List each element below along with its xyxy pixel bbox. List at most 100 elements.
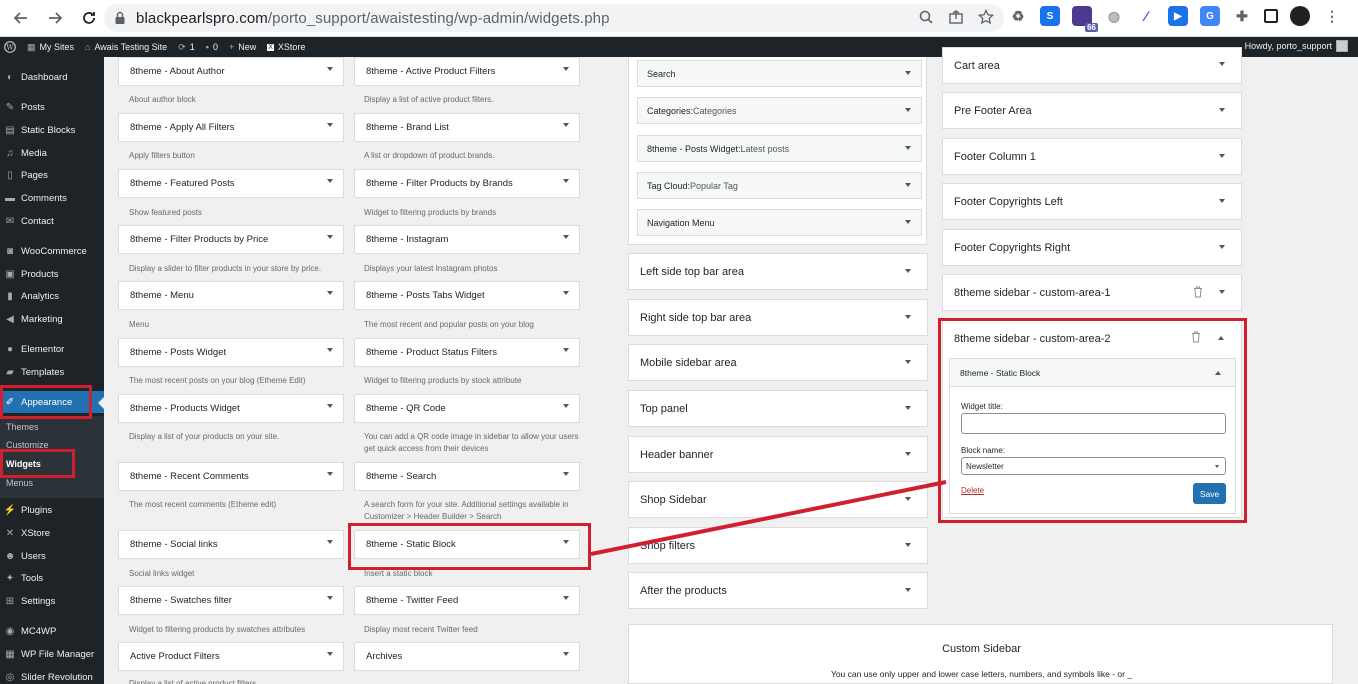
widget-about-author[interactable]: 8theme - About Author	[118, 57, 344, 86]
sidebar-area-top-panel[interactable]: Top panel	[628, 390, 928, 427]
sidebar-item-slider-revolution[interactable]: ◎ Slider Revolution	[0, 666, 104, 684]
widget-description: Menu	[129, 320, 150, 329]
sidebar-item-dashboard[interactable]: ◐ Dashboard	[0, 66, 104, 88]
sidebar-item-products[interactable]: ▣ Products	[0, 263, 104, 285]
globe-extension-icon[interactable]: ◍	[1104, 6, 1124, 26]
sidebar-area-cart[interactable]: Cart area	[942, 47, 1242, 84]
sidebar-item-templates[interactable]: ▰ Templates	[0, 361, 104, 383]
sidebar-area-custom-area-1[interactable]: 8theme sidebar - custom-area-1	[942, 274, 1242, 311]
comments-link[interactable]: ▪ 0	[206, 42, 218, 52]
sidebar-item-settings[interactable]: ⊞ Settings	[0, 590, 104, 612]
sidepanel-icon[interactable]	[1264, 9, 1278, 23]
sidebar-area-pre-footer[interactable]: Pre Footer Area	[942, 92, 1242, 129]
forward-button[interactable]	[42, 5, 68, 31]
sidebar-widget-navigation-menu[interactable]: Navigation Menu	[637, 209, 922, 236]
caret-down-icon	[327, 596, 333, 600]
translate-extension-icon[interactable]: G	[1200, 6, 1220, 26]
sidebar-item-tools[interactable]: ✦ Tools	[0, 567, 104, 589]
trash-icon[interactable]	[1193, 286, 1203, 298]
sidebar-item-plugins[interactable]: ⚡ Plugins	[0, 499, 104, 521]
more-options-icon[interactable]: ⋮	[1322, 6, 1342, 26]
updates-link[interactable]: ⟳ 1	[178, 42, 195, 53]
recycle-extension-icon[interactable]: ♻	[1008, 6, 1028, 26]
address-bar[interactable]: blackpearlspro.com/porto_support/awaiste…	[104, 4, 1004, 32]
xstore-link[interactable]: X XStore	[267, 42, 305, 52]
sidebar-item-pages[interactable]: ▯ Pages	[0, 164, 104, 186]
widget-description: A search form for your site. Additional …	[364, 500, 569, 521]
widget-archives[interactable]: Archives	[354, 642, 580, 671]
widget-menu[interactable]: 8theme - Menu	[118, 281, 344, 310]
my-sites-link[interactable]: ▦ My Sites	[27, 42, 74, 53]
video-extension-icon[interactable]: ▶	[1168, 6, 1188, 26]
widget-product-status-filters[interactable]: 8theme - Product Status Filters	[354, 338, 580, 367]
widget-active-product-filters[interactable]: Active Product Filters	[118, 642, 344, 671]
widget-search[interactable]: 8theme - Search	[354, 462, 580, 491]
grad-extension-icon[interactable]: 66	[1072, 6, 1098, 32]
widget-swatches-filter[interactable]: 8theme - Swatches filter	[118, 586, 344, 615]
wp-logo[interactable]: W	[4, 41, 16, 53]
widget-description: Widget to filtering products by stock at…	[364, 376, 522, 385]
zoom-icon[interactable]	[918, 9, 934, 25]
sidebar-area-after-products[interactable]: After the products	[628, 572, 928, 609]
sidebar-area-mobile[interactable]: Mobile sidebar area	[628, 344, 928, 381]
sidebar-area-shop-filters[interactable]: Shop filters	[628, 527, 928, 564]
site-name-link[interactable]: ⌂ Awais Testing Site	[85, 42, 167, 52]
sidebar-area-footer-copyrights-left[interactable]: Footer Copyrights Left	[942, 183, 1242, 220]
sidebar-item-posts[interactable]: ✎ Posts	[0, 96, 104, 118]
widget-posts-tabs[interactable]: 8theme - Posts Tabs Widget	[354, 281, 580, 310]
back-button[interactable]	[8, 5, 34, 31]
sidebar-item-users[interactable]: ☻ Users	[0, 545, 104, 567]
caret-down-icon	[1219, 245, 1225, 249]
sidebar-item-contact[interactable]: ✉ Contact	[0, 210, 104, 232]
account-menu[interactable]: Howdy, porto_support	[1245, 40, 1348, 52]
sidebar-area-header-banner[interactable]: Header banner	[628, 436, 928, 473]
sidebar-item-elementor[interactable]: ● Elementor	[0, 338, 104, 360]
sidebar-item-wp-file-manager[interactable]: ▦ WP File Manager	[0, 643, 104, 665]
sidebar-area-shop-sidebar[interactable]: Shop Sidebar	[628, 481, 928, 518]
file-manager-icon: ▦	[5, 648, 15, 660]
star-icon[interactable]	[978, 9, 994, 25]
sidebar-item-mc4wp[interactable]: ◉ MC4WP	[0, 620, 104, 642]
caret-down-icon	[327, 123, 333, 127]
submenu-item-themes[interactable]: Themes	[6, 422, 39, 432]
widget-filter-by-brands[interactable]: 8theme - Filter Products by Brands	[354, 169, 580, 198]
puzzle-icon[interactable]: ✚	[1232, 6, 1252, 26]
profile-icon[interactable]	[1290, 6, 1310, 26]
sidebar-item-comments[interactable]: ▬ Comments	[0, 187, 104, 209]
widget-products-widget[interactable]: 8theme - Products Widget	[118, 394, 344, 423]
widget-featured-posts[interactable]: 8theme - Featured Posts	[118, 169, 344, 198]
sidebar-item-media[interactable]: ♫ Media	[0, 142, 104, 164]
widget-brand-list[interactable]: 8theme - Brand List	[354, 113, 580, 142]
reload-button[interactable]	[76, 5, 102, 31]
widget-social-links[interactable]: 8theme - Social links	[118, 530, 344, 559]
sidebar-widget-tag-cloud[interactable]: Tag Cloud: Popular Tag	[637, 172, 922, 199]
widget-twitter-feed[interactable]: 8theme - Twitter Feed	[354, 586, 580, 615]
submenu-item-menus[interactable]: Menus	[6, 478, 33, 488]
widget-active-product-filters-8theme[interactable]: 8theme - Active Product Filters	[354, 57, 580, 86]
sidebar-item-xstore[interactable]: ✕ XStore	[0, 522, 104, 544]
sidebar-item-analytics[interactable]: ▮ Analytics	[0, 285, 104, 307]
sidebar-widget-posts[interactable]: 8theme - Posts Widget: Latest posts	[637, 135, 922, 162]
arrow-left-icon	[13, 12, 27, 24]
sidebar-widget-search[interactable]: Search	[637, 60, 922, 87]
widget-posts-widget[interactable]: 8theme - Posts Widget	[118, 338, 344, 367]
sidebar-area-right-top-bar[interactable]: Right side top bar area	[628, 299, 928, 336]
sidebar-widget-categories[interactable]: Categories: Categories	[637, 97, 922, 124]
sidebar-item-woocommerce[interactable]: ◙ WooCommerce	[0, 240, 104, 262]
pen-extension-icon[interactable]: ⁄	[1136, 6, 1156, 26]
widget-instagram[interactable]: 8theme - Instagram	[354, 225, 580, 254]
sidebar-area-left-top-bar[interactable]: Left side top bar area	[628, 253, 928, 290]
sidebar-item-marketing[interactable]: ◀ Marketing	[0, 308, 104, 330]
pages-icon: ▯	[7, 169, 13, 181]
sidebar-area-footer-column-1[interactable]: Footer Column 1	[942, 138, 1242, 175]
new-content-link[interactable]: + New	[229, 42, 256, 52]
widget-recent-comments[interactable]: 8theme - Recent Comments	[118, 462, 344, 491]
sidebar-area-footer-copyrights-right[interactable]: Footer Copyrights Right	[942, 229, 1242, 266]
sidebar-item-static-blocks[interactable]: ▤ Static Blocks	[0, 119, 104, 141]
share-icon[interactable]	[948, 9, 964, 25]
widget-filter-products-by-price[interactable]: 8theme - Filter Products by Price	[118, 225, 344, 254]
widget-apply-all-filters[interactable]: 8theme - Apply All Filters	[118, 113, 344, 142]
caret-down-icon	[905, 588, 911, 592]
widget-qr-code[interactable]: 8theme - QR Code	[354, 394, 580, 423]
s-extension-icon[interactable]: S	[1040, 6, 1060, 26]
